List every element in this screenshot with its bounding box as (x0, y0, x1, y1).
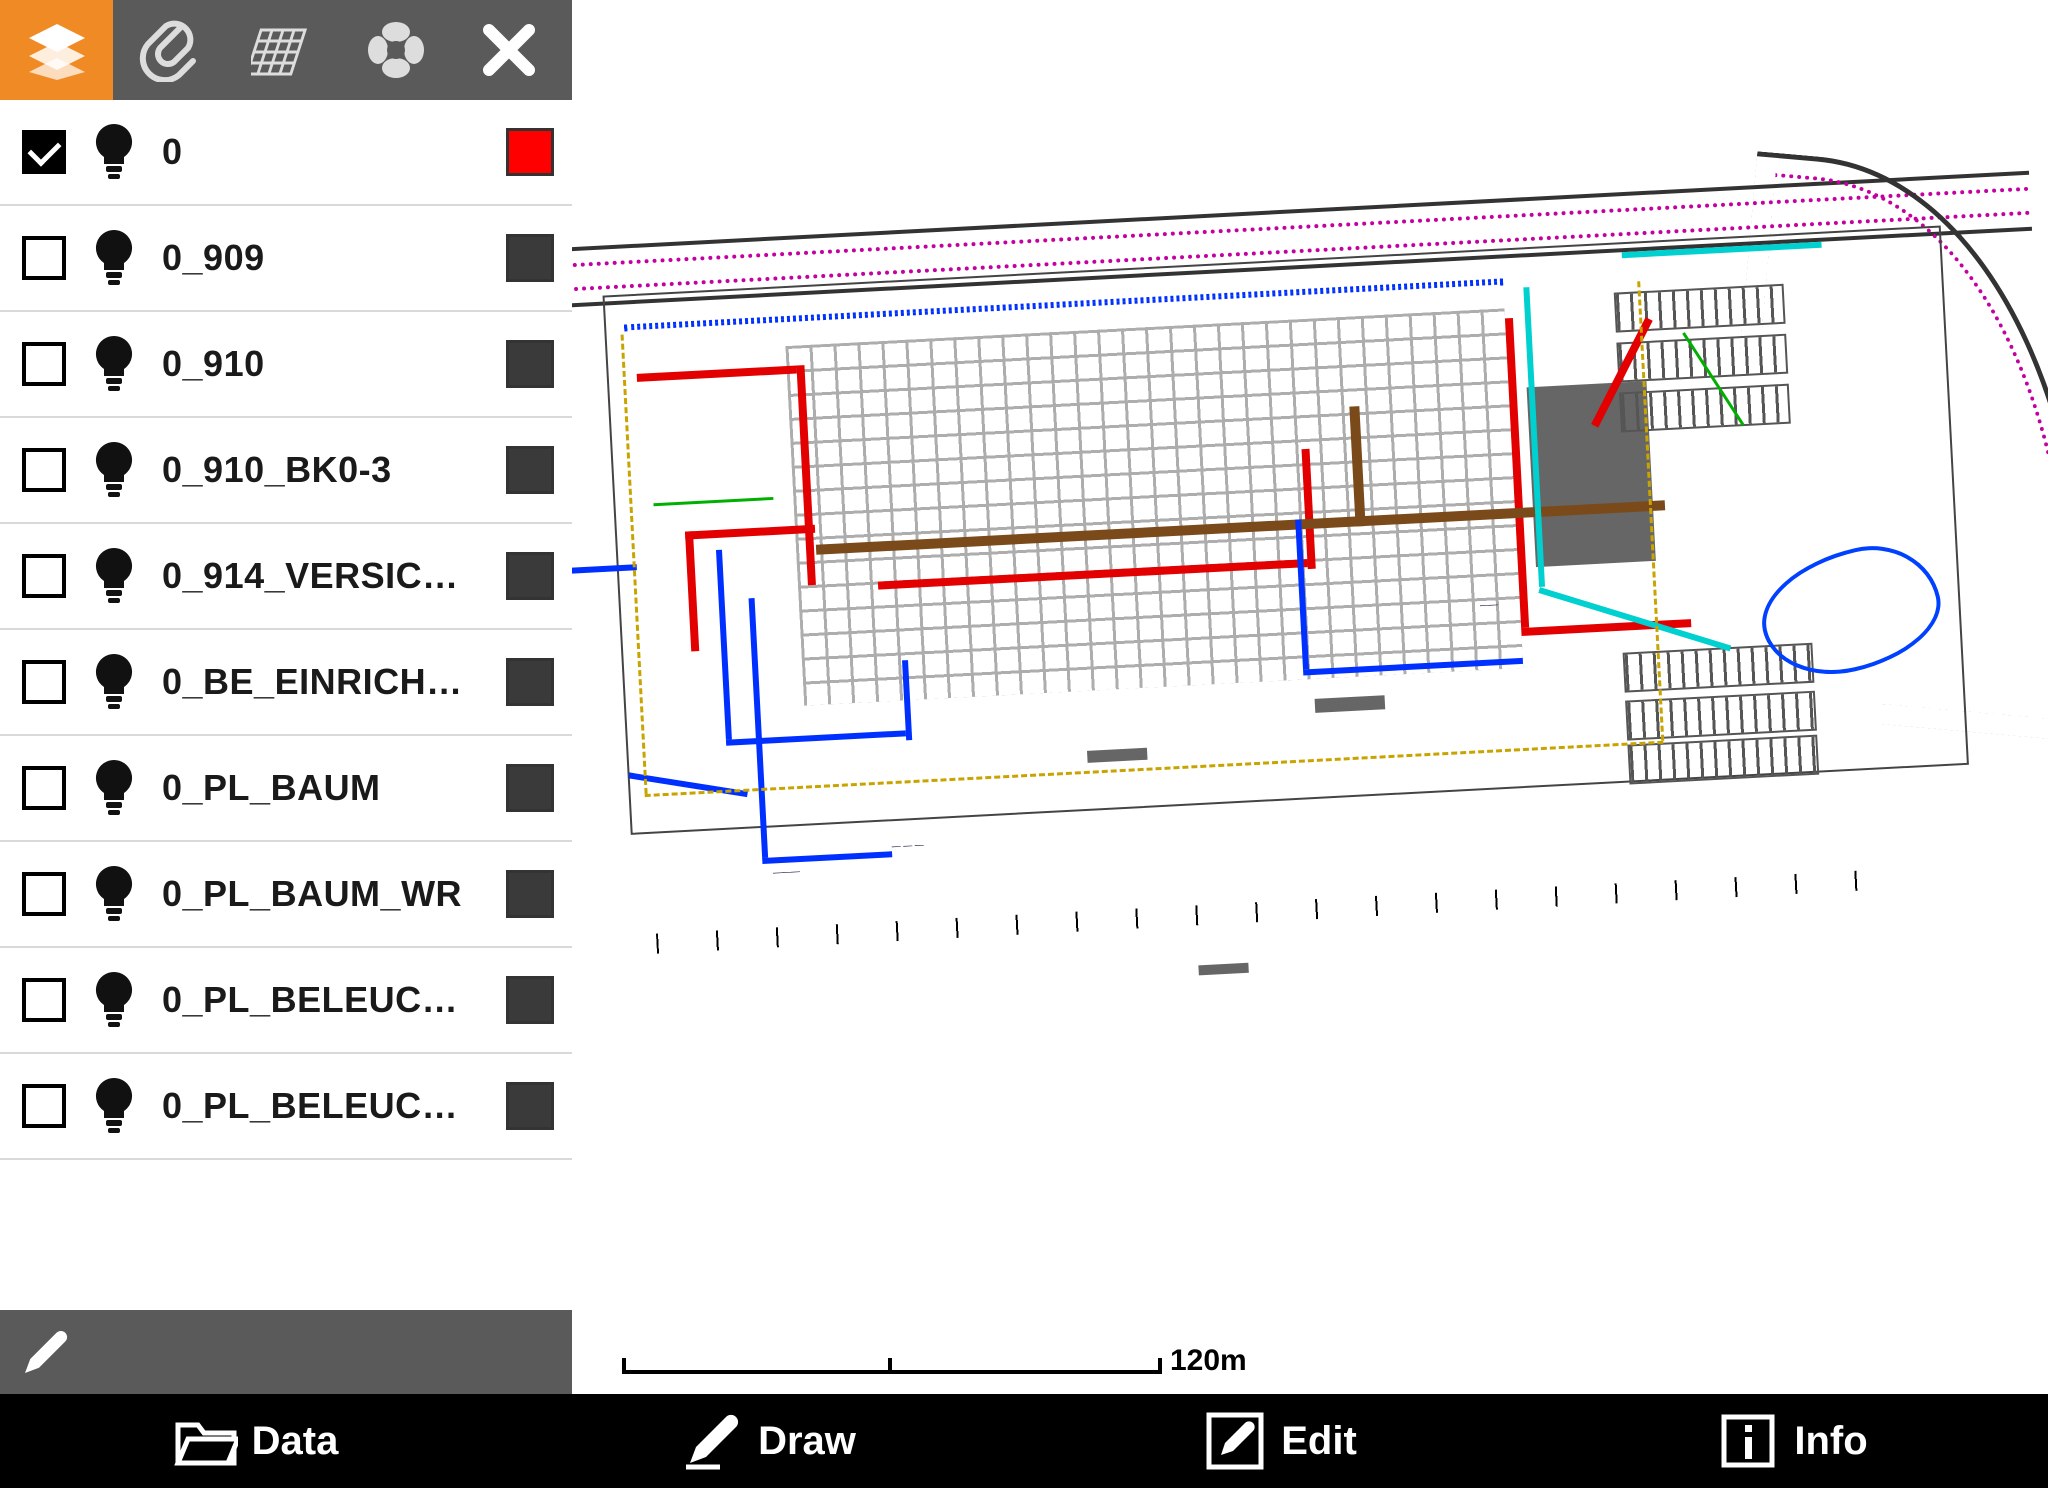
scale-bar: 120m (622, 1334, 1247, 1374)
lightbulb-icon[interactable] (86, 228, 142, 288)
close-sidebar-button[interactable] (453, 0, 566, 100)
layer-color-swatch[interactable] (506, 1082, 554, 1130)
layer-color-swatch[interactable] (506, 128, 554, 176)
layer-label: 0_PL_BELEUC… (162, 1085, 486, 1127)
layer-row[interactable]: 0_PL_BELEUC… (0, 1054, 572, 1160)
lightbulb-icon[interactable] (86, 758, 142, 818)
lightbulb-icon[interactable] (86, 1076, 142, 1136)
layer-visibility-checkbox[interactable] (22, 872, 66, 916)
sidebar-toolbar (0, 0, 572, 100)
lightbulb-icon[interactable] (86, 122, 142, 182)
scale-label: 120m (1170, 1344, 1247, 1378)
close-icon (477, 18, 541, 82)
paperclip-icon (138, 18, 202, 82)
layer-label: 0_910_BK0-3 (162, 449, 486, 491)
layer-visibility-checkbox[interactable] (22, 130, 66, 174)
layer-color-swatch[interactable] (506, 340, 554, 388)
layers-tab-button[interactable] (0, 0, 113, 100)
attachments-tab-button[interactable] (113, 0, 226, 100)
nav-info[interactable]: Info (1536, 1394, 2048, 1488)
nav-draw-label: Draw (758, 1419, 856, 1464)
layer-label: 0_914_VERSIC… (162, 555, 486, 597)
link-tab-button[interactable] (340, 0, 453, 100)
bottom-nav: Data Draw Edit Info (0, 1394, 2048, 1488)
edit-icon (1203, 1409, 1267, 1473)
layer-row[interactable]: 0_PL_BELEUC… (0, 948, 572, 1054)
nav-edit-label: Edit (1281, 1419, 1357, 1464)
quad-link-icon (364, 18, 428, 82)
lightbulb-icon[interactable] (86, 970, 142, 1030)
draw-icon (680, 1409, 744, 1473)
layer-visibility-checkbox[interactable] (22, 236, 66, 280)
layer-visibility-checkbox[interactable] (22, 978, 66, 1022)
info-icon (1716, 1409, 1780, 1473)
layer-row[interactable]: 0_PL_BAUM_WR (0, 842, 572, 948)
lightbulb-icon[interactable] (86, 652, 142, 712)
layer-label: 0_BE_EINRICH… (162, 661, 486, 703)
nav-info-label: Info (1794, 1419, 1867, 1464)
layer-color-swatch[interactable] (506, 552, 554, 600)
pencil-icon (18, 1324, 74, 1380)
layer-color-swatch[interactable] (506, 870, 554, 918)
lightbulb-icon[interactable] (86, 334, 142, 394)
layer-row[interactable]: 0_910_BK0-3 (0, 418, 572, 524)
map-canvas[interactable]: — — — ——— —— 120m (572, 0, 2048, 1394)
site-plan-drawing: — — — ——— —— (572, 163, 2025, 1136)
layer-label: 0 (162, 131, 486, 173)
layer-label: 0_PL_BELEUC… (162, 979, 486, 1021)
layer-visibility-checkbox[interactable] (22, 766, 66, 810)
layer-color-swatch[interactable] (506, 234, 554, 282)
lightbulb-icon[interactable] (86, 440, 142, 500)
layer-visibility-checkbox[interactable] (22, 554, 66, 598)
layer-visibility-checkbox[interactable] (22, 448, 66, 492)
layer-label: 0_910 (162, 343, 486, 385)
grid-icon (251, 18, 315, 82)
layer-list: 0 0_909 0_910 0_910_BK0-3 0_914_VERSIC… 0_BE_… (0, 100, 572, 1310)
layer-row[interactable]: 0_PL_BAUM (0, 736, 572, 842)
folder-icon (174, 1409, 238, 1473)
layer-color-swatch[interactable] (506, 446, 554, 494)
layer-row[interactable]: 0 (0, 100, 572, 206)
layer-row[interactable]: 0_BE_EINRICH… (0, 630, 572, 736)
lightbulb-icon[interactable] (86, 864, 142, 924)
layer-color-swatch[interactable] (506, 764, 554, 812)
layer-color-swatch[interactable] (506, 658, 554, 706)
layer-row[interactable]: 0_914_VERSIC… (0, 524, 572, 630)
sidebar-edit-bar[interactable] (0, 1310, 572, 1394)
nav-edit[interactable]: Edit (1024, 1394, 1536, 1488)
nav-data[interactable]: Data (0, 1394, 512, 1488)
layer-label: 0_PL_BAUM_WR (162, 873, 486, 915)
nav-draw[interactable]: Draw (512, 1394, 1024, 1488)
layer-color-swatch[interactable] (506, 976, 554, 1024)
layer-visibility-checkbox[interactable] (22, 1084, 66, 1128)
layer-row[interactable]: 0_909 (0, 206, 572, 312)
layer-label: 0_909 (162, 237, 486, 279)
lightbulb-icon[interactable] (86, 546, 142, 606)
layers-icon (25, 18, 89, 82)
layers-sidebar: 0 0_909 0_910 0_910_BK0-3 0_914_VERSIC… 0_BE_… (0, 0, 572, 1394)
nav-data-label: Data (252, 1419, 339, 1464)
layer-row[interactable]: 0_910 (0, 312, 572, 418)
layer-visibility-checkbox[interactable] (22, 660, 66, 704)
layer-visibility-checkbox[interactable] (22, 342, 66, 386)
grid-tab-button[interactable] (226, 0, 339, 100)
layer-label: 0_PL_BAUM (162, 767, 486, 809)
